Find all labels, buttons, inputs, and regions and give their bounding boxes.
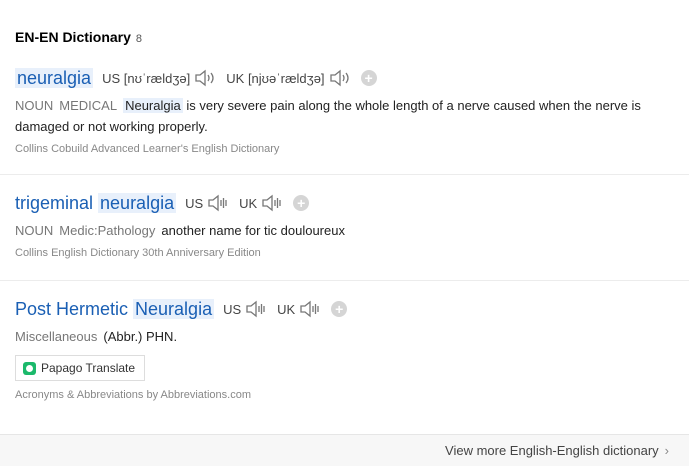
papago-logo-icon xyxy=(23,361,36,375)
speaker-icon[interactable] xyxy=(329,69,351,87)
entry-word-link[interactable]: Post Hermetic Neuralgia xyxy=(15,297,215,321)
entry-word-link[interactable]: trigeminal neuralgia xyxy=(15,191,177,215)
word-prefix[interactable]: Post Hermetic xyxy=(15,299,133,319)
papago-translate-button[interactable]: Papago Translate xyxy=(15,355,146,381)
part-of-speech: Miscellaneous xyxy=(15,329,98,344)
definition: NOUN Medic:Pathology another name for tic … xyxy=(15,220,683,241)
word-highlight[interactable]: neuralgia xyxy=(15,68,94,88)
us-label: US xyxy=(223,301,242,317)
domain-label: MEDICAL xyxy=(59,98,118,113)
entry-post-hermetic-neuralgia: Post Hermetic Neuralgia US UK + Miscella… xyxy=(15,297,683,401)
speaker-icon[interactable] xyxy=(245,300,267,318)
add-icon[interactable]: + xyxy=(360,70,377,86)
uk-pronunciation: UK xyxy=(277,300,321,318)
divider xyxy=(0,174,689,175)
papago-label: Papago Translate xyxy=(41,361,136,375)
result-count: 8 xyxy=(135,33,143,45)
entry-word-link[interactable]: neuralgia xyxy=(15,66,94,90)
section-title-text: EN-EN Dictionary xyxy=(15,29,131,45)
definition-highlight: Neuralgia xyxy=(123,98,183,113)
entry-head: neuralgia US [nʊˈrældʒə] UK [njʊəˈrældʒə… xyxy=(15,66,683,90)
chevron-right-icon: › xyxy=(664,443,669,458)
uk-label: UK xyxy=(277,301,296,317)
us-label: US xyxy=(185,195,204,211)
dictionary-source: Collins Cobuild Advanced Learner's Engli… xyxy=(15,143,280,155)
entry-trigeminal-neuralgia: trigeminal neuralgia US UK + NOUN Medic:P… xyxy=(15,191,683,259)
view-more-link[interactable]: View more English-English dictionary › xyxy=(445,443,669,458)
dictionary-section-title: EN-EN Dictionary 8 xyxy=(15,29,142,45)
definition: Miscellaneous (Abbr.) PHN. xyxy=(15,326,683,347)
dictionary-source: Collins English Dictionary 30th Annivers… xyxy=(15,247,261,259)
speaker-icon[interactable] xyxy=(261,194,283,212)
definition: NOUN MEDICAL Neuralgia is very severe pain… xyxy=(15,95,683,137)
definition-text: another name for tic douloureux xyxy=(161,223,345,238)
uk-pronunciation: UK xyxy=(239,194,283,212)
entry-head: Post Hermetic Neuralgia US UK + xyxy=(15,297,683,321)
add-icon[interactable]: + xyxy=(331,301,348,317)
part-of-speech: NOUN xyxy=(15,98,54,113)
view-more-label[interactable]: View more English-English dictionary xyxy=(445,443,659,458)
speaker-icon[interactable] xyxy=(207,194,229,212)
us-label: US xyxy=(102,70,121,86)
uk-label: UK xyxy=(226,70,245,86)
word-highlight[interactable]: Neuralgia xyxy=(133,299,215,319)
dictionary-source: Acronyms & Abbreviations by Abbreviation… xyxy=(15,389,252,401)
add-icon[interactable]: + xyxy=(293,195,310,211)
divider xyxy=(0,280,689,281)
definition-text: (Abbr.) PHN. xyxy=(103,329,178,344)
speaker-icon[interactable] xyxy=(299,300,321,318)
part-of-speech: NOUN xyxy=(15,223,54,238)
uk-pronunciation: UK [njʊəˈrældʒə] xyxy=(226,69,350,87)
us-ipa: [nʊˈrældʒə] xyxy=(123,70,191,86)
us-pronunciation: US [nʊˈrældʒə] xyxy=(102,69,216,87)
domain-label: Medic:Pathology xyxy=(59,223,156,238)
word-highlight[interactable]: neuralgia xyxy=(98,193,177,213)
entry-head: trigeminal neuralgia US UK + xyxy=(15,191,683,215)
entry-neuralgia: neuralgia US [nʊˈrældʒə] UK [njʊəˈrældʒə… xyxy=(15,66,683,155)
uk-ipa: [njʊəˈrældʒə] xyxy=(247,70,325,86)
footer-bar: View more English-English dictionary › xyxy=(0,434,689,466)
uk-label: UK xyxy=(239,195,258,211)
us-pronunciation: US xyxy=(185,194,229,212)
us-pronunciation: US xyxy=(223,300,267,318)
speaker-icon[interactable] xyxy=(194,69,216,87)
word-prefix[interactable]: trigeminal xyxy=(15,193,98,213)
